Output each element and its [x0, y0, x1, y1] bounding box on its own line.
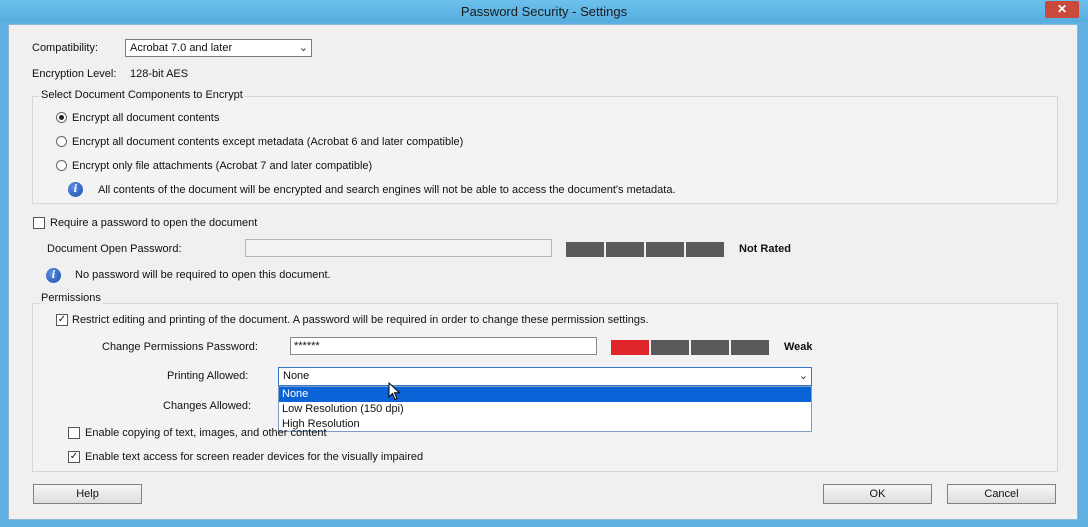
open-password-info-text: No password will be required to open thi…: [75, 269, 331, 281]
title-bar: Password Security - Settings ✕: [0, 0, 1088, 22]
printing-allowed-select[interactable]: None ⌄: [278, 367, 812, 386]
permissions-password-strength-meter: [611, 340, 769, 355]
dialog-body: Compatibility: Acrobat 7.0 and later ⌄ E…: [8, 24, 1078, 520]
cancel-button[interactable]: Cancel: [947, 484, 1056, 504]
printing-allowed-dropdown: None Low Resolution (150 dpi) High Resol…: [278, 386, 812, 432]
restrict-editing-checkbox[interactable]: ✓: [56, 314, 68, 326]
meter-segment: [691, 340, 729, 355]
restrict-editing-label: Restrict editing and printing of the doc…: [72, 314, 649, 326]
meter-segment: [686, 242, 724, 257]
permissions-password-strength-label: Weak: [784, 341, 813, 353]
open-password-input[interactable]: [245, 239, 552, 257]
encryption-value: 128-bit AES: [130, 68, 189, 80]
screen-reader-access-checkbox[interactable]: ✓: [68, 451, 80, 463]
screen-reader-access-label: Enable text access for screen reader dev…: [85, 451, 424, 463]
printing-allowed-label: Printing Allowed:: [167, 370, 249, 382]
open-password-strength-meter: [566, 242, 724, 257]
change-permissions-password-input[interactable]: ******: [290, 337, 597, 355]
meter-segment: [566, 242, 604, 257]
permissions-group-label: Permissions: [39, 292, 103, 304]
info-icon: i: [68, 182, 83, 197]
dropdown-option-high-resolution[interactable]: High Resolution: [279, 417, 811, 432]
chevron-down-icon: ⌄: [798, 369, 808, 382]
radio-encrypt-except-metadata-label: Encrypt all document contents except met…: [72, 136, 464, 148]
enable-copying-label: Enable copying of text, images, and othe…: [85, 427, 327, 439]
radio-encrypt-attachments[interactable]: [56, 160, 67, 171]
radio-encrypt-attachments-label: Encrypt only file attachments (Acrobat 7…: [72, 160, 373, 172]
compatibility-label: Compatibility:: [32, 42, 99, 54]
require-open-password-checkbox[interactable]: [33, 217, 45, 229]
close-button[interactable]: ✕: [1045, 1, 1079, 18]
chevron-down-icon: ⌄: [298, 41, 308, 54]
open-password-strength-label: Not Rated: [739, 243, 791, 255]
components-group-label: Select Document Components to Encrypt: [39, 89, 245, 101]
compatibility-value: Acrobat 7.0 and later: [130, 42, 233, 54]
dropdown-option-none[interactable]: None: [279, 387, 811, 402]
radio-encrypt-all-label: Encrypt all document contents: [72, 112, 220, 124]
ok-button[interactable]: OK: [823, 484, 932, 504]
meter-segment: [646, 242, 684, 257]
help-button[interactable]: Help: [33, 484, 142, 504]
window-title: Password Security - Settings: [460, 4, 628, 19]
require-open-password-label: Require a password to open the document: [50, 217, 258, 229]
changes-allowed-label: Changes Allowed:: [163, 400, 252, 412]
encryption-label: Encryption Level:: [32, 68, 117, 80]
printing-allowed-value: None: [283, 370, 310, 382]
enable-copying-checkbox[interactable]: [68, 427, 80, 439]
dropdown-option-low-resolution[interactable]: Low Resolution (150 dpi): [279, 402, 811, 417]
meter-segment: [731, 340, 769, 355]
components-info-text: All contents of the document will be enc…: [98, 184, 676, 196]
meter-segment: [606, 242, 644, 257]
meter-segment: [611, 340, 649, 355]
open-password-label: Document Open Password:: [47, 243, 182, 255]
mouse-cursor-icon: [388, 382, 401, 401]
change-permissions-password-label: Change Permissions Password:: [102, 341, 258, 353]
meter-segment: [651, 340, 689, 355]
radio-encrypt-all[interactable]: [56, 112, 67, 123]
radio-encrypt-except-metadata[interactable]: [56, 136, 67, 147]
compatibility-select[interactable]: Acrobat 7.0 and later ⌄: [125, 39, 312, 57]
info-icon: i: [46, 268, 61, 283]
